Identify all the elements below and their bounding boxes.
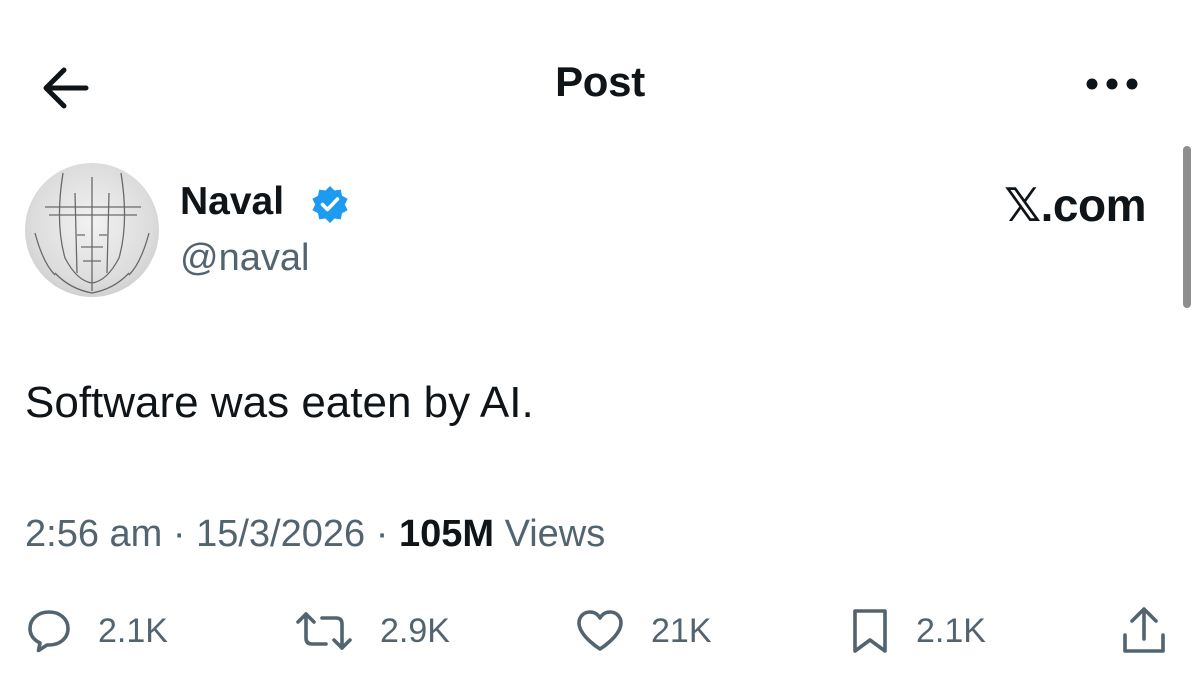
page-title: Post: [555, 58, 645, 105]
reply-count: 2.1K: [98, 611, 168, 650]
repost-count: 2.9K: [380, 611, 450, 650]
post-page: Post Naval @naval 𝕏.com Software was eat…: [0, 0, 1200, 699]
share-button[interactable]: [1120, 604, 1168, 658]
like-button[interactable]: 21K: [575, 604, 712, 658]
bookmark-count: 2.1K: [916, 611, 986, 650]
repost-button[interactable]: 2.9K: [294, 604, 450, 658]
share-upload-icon: [1123, 607, 1165, 653]
views-count[interactable]: 105M: [399, 513, 494, 555]
post-date[interactable]: 15/3/2026: [196, 513, 365, 555]
x-com-watermark: 𝕏.com: [1004, 178, 1146, 232]
views-label[interactable]: Views: [505, 513, 606, 555]
avatar-sketch-image: [34, 172, 150, 294]
reply-bubble-icon: [28, 610, 70, 653]
bookmark-button[interactable]: 2.1K: [850, 604, 986, 658]
meta-separator: ·: [172, 513, 186, 555]
reply-button[interactable]: 2.1K: [26, 604, 168, 658]
scrollbar[interactable]: [1180, 140, 1196, 315]
avatar[interactable]: [25, 163, 159, 297]
meta-separator: ·: [375, 513, 389, 555]
heart-icon: [577, 610, 623, 651]
watermark-label: 𝕏.com: [1004, 179, 1146, 231]
post-time[interactable]: 2:56 am: [25, 513, 162, 555]
verified-badge-icon: [310, 184, 350, 224]
repost-icon: [296, 612, 352, 650]
post-meta: 2:56 am · 15/3/2026 · 105M Views: [25, 513, 605, 556]
author-handle[interactable]: @naval: [180, 237, 309, 280]
author-display-name[interactable]: Naval: [180, 180, 284, 224]
more-button[interactable]: [1080, 64, 1144, 104]
post-text: Software was eaten by AI.: [25, 378, 534, 427]
like-count: 21K: [651, 611, 712, 650]
more-dots-icon: [1086, 78, 1138, 90]
scrollbar-thumb[interactable]: [1183, 146, 1191, 308]
bookmark-icon: [853, 609, 887, 653]
